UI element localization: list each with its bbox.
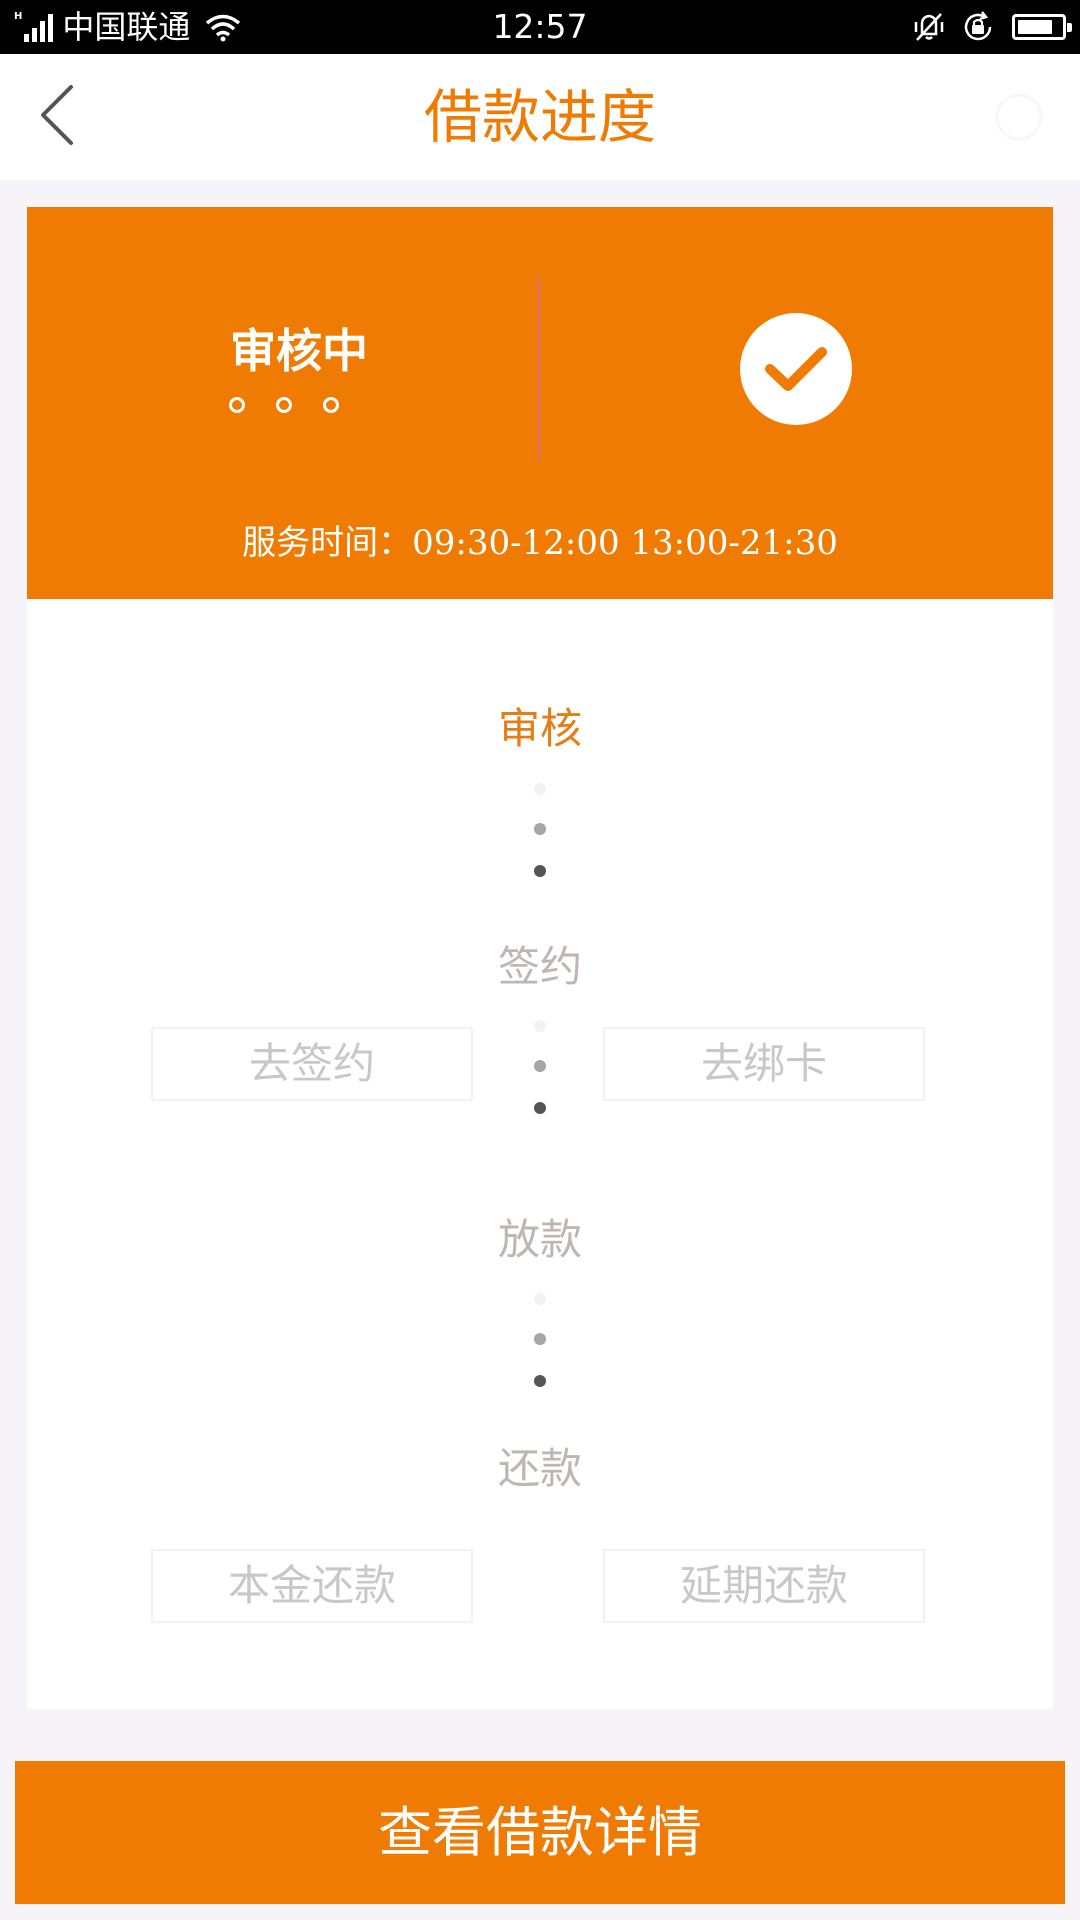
service-time: 服务时间：09:30-12:00 13:00-21:30 (27, 515, 1053, 564)
review-status: 审核中 (230, 324, 368, 378)
step-sign: 签约 (497, 942, 582, 991)
carrier-name: 中国联通 (62, 8, 191, 46)
repay-principal-button[interactable]: 本金还款 (151, 1549, 473, 1623)
step-connector-dot (534, 1293, 546, 1305)
loading-dots (229, 397, 370, 413)
service-time-value: 09:30-12:00 13:00-21:30 (412, 523, 838, 563)
network-type: H (14, 11, 23, 22)
battery-icon (1012, 14, 1072, 40)
vibrate-icon (914, 13, 944, 41)
battery-level (1018, 20, 1052, 34)
loading-dot (323, 397, 339, 413)
step-connector-dot (534, 1020, 546, 1032)
status-left: H 中国联通 (14, 0, 242, 54)
step-connector-dot (534, 783, 546, 795)
customer-service-icon[interactable] (992, 90, 1046, 144)
step-connector-dot (534, 1102, 546, 1114)
step-connector-dot (534, 823, 546, 835)
step-connector-dot (534, 1333, 546, 1345)
sign-button[interactable]: 去签约 (151, 1027, 473, 1101)
chevron-left-icon (41, 85, 73, 145)
service-time-label: 服务时间： (242, 523, 413, 563)
wifi-icon (206, 14, 241, 42)
rotation-lock-icon (964, 11, 992, 41)
view-loan-details-button[interactable]: 查看借款详情 (15, 1761, 1065, 1904)
step-disburse: 放款 (497, 1215, 582, 1264)
status-bar: H 中国联通 12:57 (0, 0, 1080, 54)
check-circle-icon (740, 313, 852, 425)
page-title: 借款进度 (423, 83, 656, 151)
step-connector-dot (534, 865, 546, 877)
back-button[interactable] (22, 80, 92, 150)
step-connector-dot (534, 1375, 546, 1387)
loan-progress-screen: H 中国联通 12:57 借款进度 审核中 服务时间：09:30-12:00 1… (0, 0, 1080, 1920)
status-card: 审核中 服务时间：09:30-12:00 13:00-21:30 (27, 207, 1053, 599)
step-repay: 还款 (497, 1444, 582, 1493)
bind-card-button[interactable]: 去绑卡 (603, 1027, 925, 1101)
step-review: 审核 (497, 704, 582, 753)
loading-dot (276, 397, 292, 413)
step-connector-dot (534, 1060, 546, 1072)
nav-bar: 借款进度 (0, 54, 1080, 180)
extend-repayment-button[interactable]: 延期还款 (603, 1549, 925, 1623)
loading-dot (229, 397, 245, 413)
card-divider (538, 277, 540, 459)
progress-panel: 审核 签约 去签约 去绑卡 放款 还款 本金还款 延期还款 (27, 599, 1053, 1709)
status-right (898, 0, 1072, 54)
signal-icon: H (14, 12, 56, 42)
